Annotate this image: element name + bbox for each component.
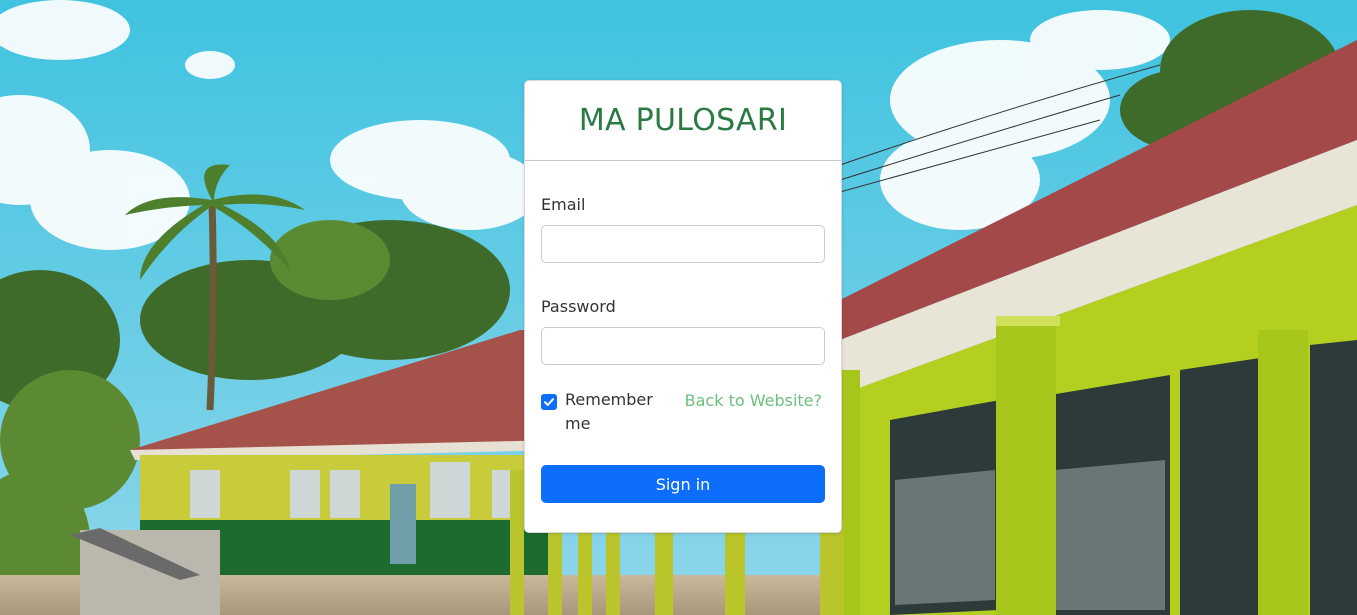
remember-row: Remember me Back to Website? <box>541 390 825 439</box>
email-label: Email <box>541 195 586 214</box>
email-field[interactable] <box>541 225 825 263</box>
site-title: MA PULOSARI <box>578 103 788 138</box>
password-label: Password <box>541 297 616 316</box>
password-field[interactable] <box>541 327 825 365</box>
remember-me-label: Remember me <box>565 390 653 433</box>
remember-me-checkbox[interactable]: Remember me <box>541 390 655 436</box>
sign-in-button[interactable]: Sign in <box>541 465 825 503</box>
login-card: MA PULOSARI Email Password Remember me B… <box>524 80 842 533</box>
card-header: MA PULOSARI <box>525 81 841 161</box>
login-form: Email Password Remember me Back to Websi… <box>525 195 841 503</box>
checkbox-checked-icon[interactable] <box>541 394 557 410</box>
back-to-website-link[interactable]: Back to Website? <box>685 391 822 411</box>
